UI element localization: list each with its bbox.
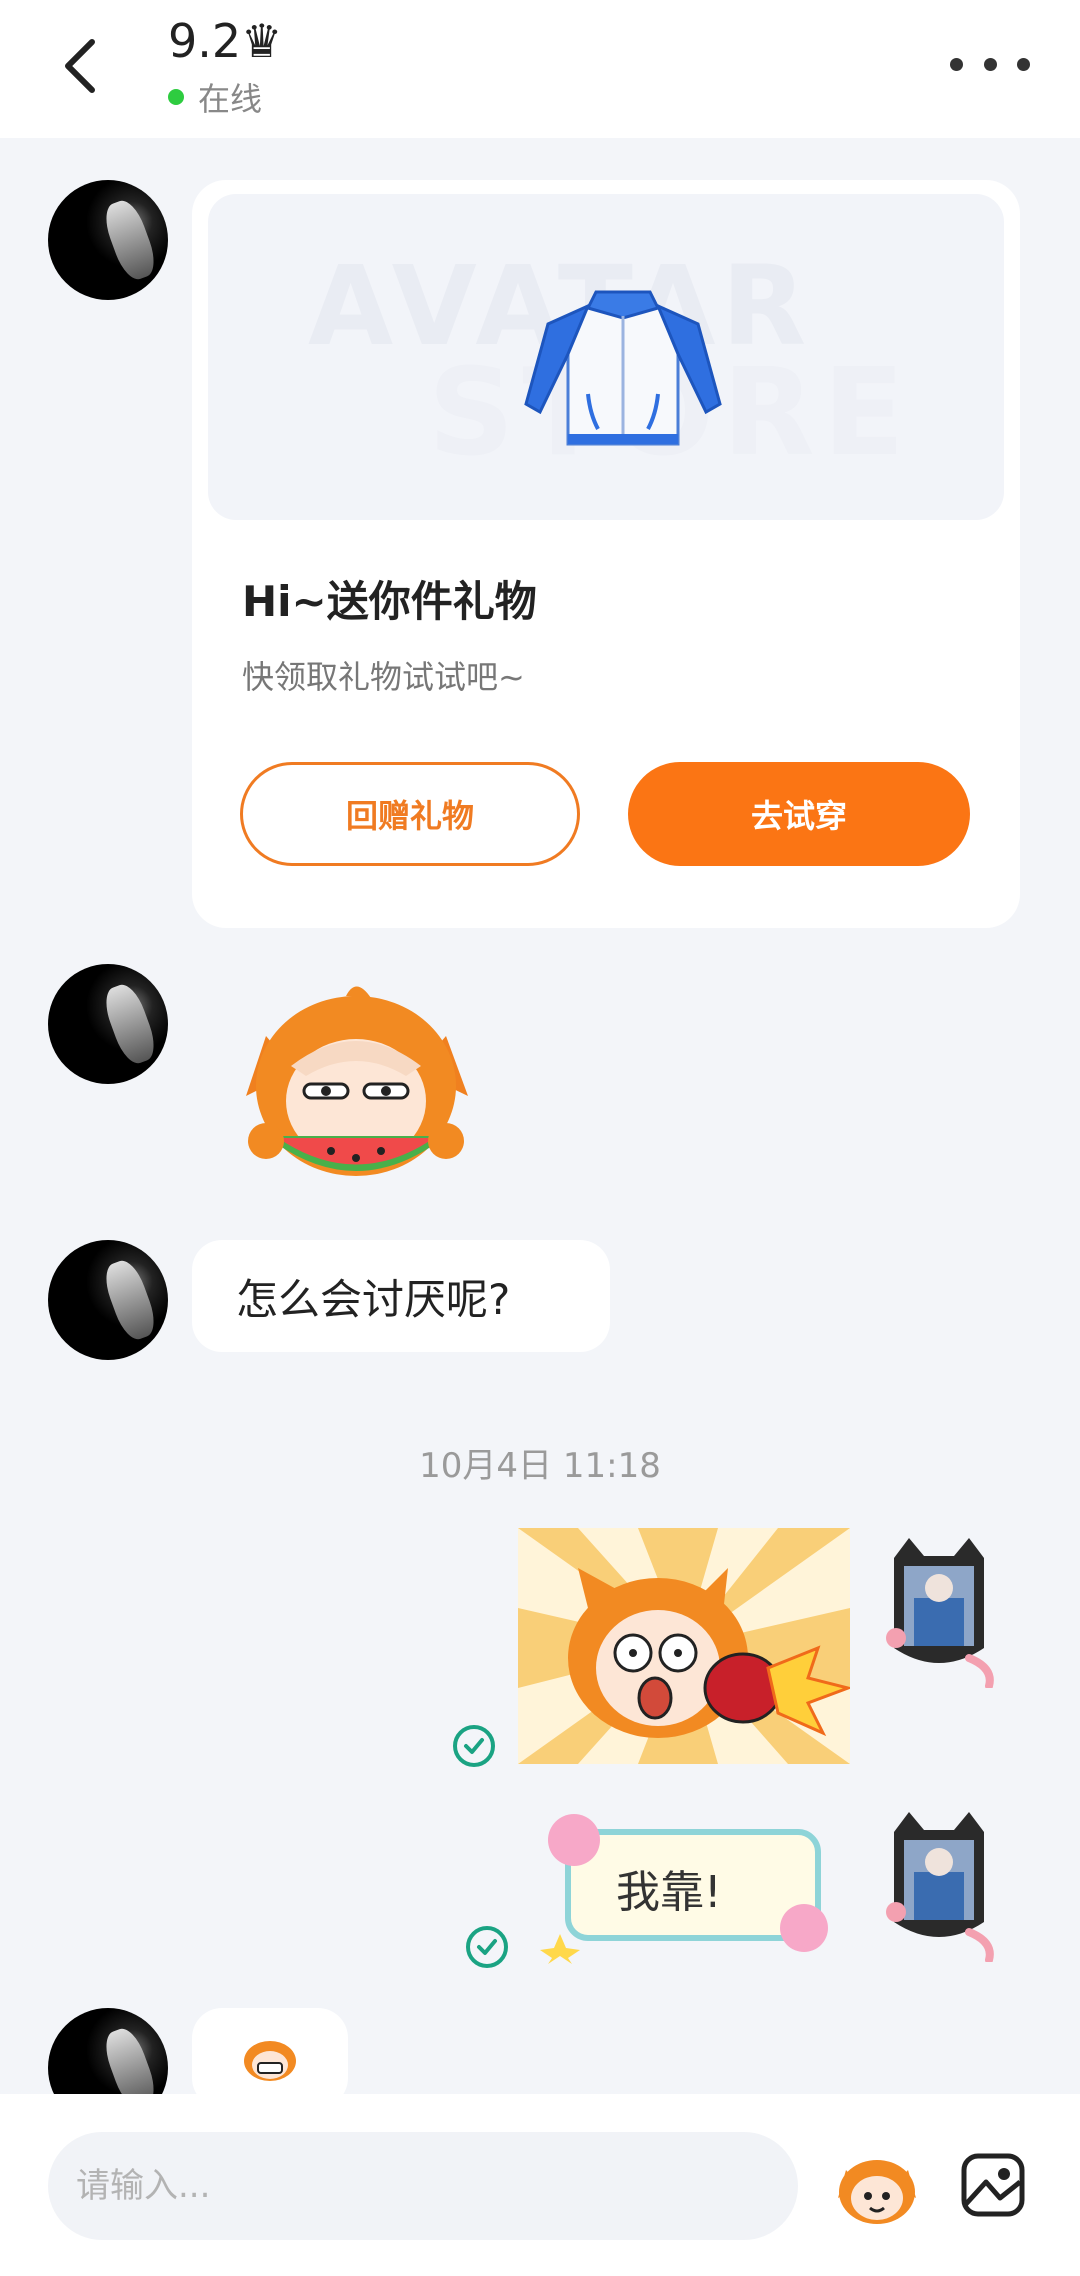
small-emoji-icon [244,2041,296,2081]
image-icon [961,2153,1025,2217]
input-bar [0,2094,1080,2276]
shocked-sticker-icon [518,1528,850,1764]
message-bubble[interactable]: 怎么会讨厌呢? [192,1240,610,1352]
sticker-text: 我靠! [616,1867,722,1918]
contact-avatar[interactable] [48,964,168,1084]
my-avatar[interactable] [874,1538,1004,1690]
my-avatar[interactable] [874,1812,1004,1964]
more-dots-icon [950,57,963,71]
online-status: 在线 [168,74,262,120]
read-check-icon [453,1725,495,1767]
online-dot-icon [168,89,184,105]
eating-sticker-icon [246,986,468,1176]
sticker-wokao[interactable]: 我靠! [540,1804,850,1964]
message-input[interactable] [48,2132,798,2240]
return-gift-button[interactable]: 回赠礼物 [240,762,580,866]
back-button[interactable] [52,32,112,100]
emoji-icon [838,2160,916,2224]
chat-title: 9.2♛ [168,14,283,68]
sticker-shocked[interactable] [518,1528,850,1764]
contact-avatar[interactable] [48,1240,168,1360]
try-on-button[interactable]: 去试穿 [628,762,970,866]
message-timestamp: 10月4日 11:18 [419,1446,661,1486]
image-button[interactable] [960,2152,1026,2218]
back-arrow-icon [65,39,95,93]
read-check-icon [466,1926,508,1968]
more-options-button[interactable] [950,48,1030,80]
more-dot [983,57,997,71]
gift-card-subtitle: 快领取礼物试试吧~ [242,658,525,696]
more-dot [1017,57,1030,71]
avatar-store-banner[interactable]: AVATAR STORE [208,194,1004,520]
gift-card: AVATAR STORE Hi~送你件礼物 快领取礼物试试吧~ 回赠礼物 去试穿 [192,180,1020,928]
sticker-eating-watermelon[interactable] [236,976,476,1196]
chat-header: 9.2♛ 在线 [0,0,1080,138]
message-text: 怎么会讨厌呢? [236,1274,511,1324]
cat-frame-avatar-icon [886,1812,994,1964]
message-bubble[interactable] [192,2008,348,2108]
jacket-gift-icon [524,290,722,446]
emoji-button[interactable] [832,2148,922,2228]
cat-frame-avatar-icon [886,1538,994,1690]
online-status-label: 在线 [198,80,263,118]
gift-card-title: Hi~送你件礼物 [242,577,537,626]
contact-avatar[interactable] [48,180,168,300]
